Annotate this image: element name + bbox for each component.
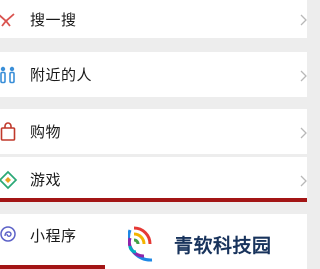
game-diamond-icon (0, 169, 18, 191)
chevron-right-icon (300, 173, 307, 187)
menu-item-game[interactable]: 游戏 (0, 157, 307, 202)
watermark: 青软科技园 (126, 224, 288, 264)
people-nearby-icon (0, 64, 18, 86)
signal-waves-logo (126, 224, 172, 264)
menu-item-label: 附近的人 (30, 66, 93, 84)
menu-item-nearby[interactable]: 附近的人 (0, 52, 307, 97)
menu-item-search[interactable]: 搜一搜 (0, 0, 307, 38)
chevron-right-icon (300, 125, 307, 139)
mini-program-icon (0, 223, 18, 245)
chevron-right-icon (300, 68, 307, 82)
watermark-text: 青软科技园 (174, 234, 272, 257)
chevron-right-icon (300, 12, 307, 26)
discover-screen: 搜一搜 附近的人 购物 游戏 小程序 青软科技园 (0, 0, 307, 269)
highlight-bar-top (0, 198, 307, 202)
menu-item-label: 小程序 (30, 227, 77, 245)
search-sparkle-icon (0, 8, 18, 30)
menu-item-label: 购物 (30, 123, 62, 141)
highlight-bar-bottom (0, 265, 105, 269)
shopping-bag-icon (0, 121, 18, 143)
menu-item-label: 搜一搜 (30, 10, 77, 29)
menu-item-label: 游戏 (30, 171, 62, 189)
menu-item-shopping[interactable]: 购物 (0, 109, 307, 154)
